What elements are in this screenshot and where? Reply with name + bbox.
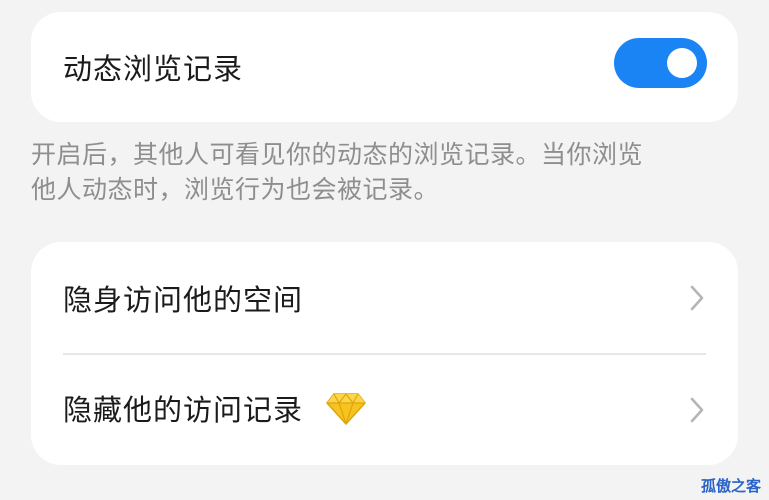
toggle-knob bbox=[667, 48, 697, 78]
description-line-2: 他人动态时，浏览行为也会被记录。 bbox=[31, 175, 440, 204]
visit-settings-card: 隐身访问他的空间 隐藏他的访问记录 bbox=[31, 242, 738, 465]
browse-record-toggle[interactable] bbox=[614, 38, 707, 88]
hide-visit-record-text: 隐藏他的访问记录 bbox=[63, 393, 304, 428]
chevron-right-icon bbox=[686, 396, 708, 424]
invisible-visit-row[interactable]: 隐身访问他的空间 bbox=[31, 242, 738, 353]
hide-visit-record-label: 隐藏他的访问记录 bbox=[63, 387, 686, 433]
watermark: 孤傲之客 bbox=[700, 477, 761, 495]
browse-record-description: 开启后，其他人可看见你的动态的浏览记录。当你浏览 他人动态时，浏览行为也会被记录… bbox=[31, 137, 731, 207]
settings-page: 动态浏览记录 开启后，其他人可看见你的动态的浏览记录。当你浏览 他人动态时，浏览… bbox=[0, 0, 769, 500]
diamond-icon bbox=[325, 392, 367, 433]
browse-record-card: 动态浏览记录 bbox=[31, 12, 738, 122]
browse-record-label: 动态浏览记录 bbox=[63, 52, 244, 86]
invisible-visit-label: 隐身访问他的空间 bbox=[63, 282, 304, 317]
hide-visit-record-row[interactable]: 隐藏他的访问记录 bbox=[31, 355, 738, 465]
chevron-right-icon bbox=[686, 284, 708, 312]
description-line-1: 开启后，其他人可看见你的动态的浏览记录。当你浏览 bbox=[31, 140, 644, 169]
